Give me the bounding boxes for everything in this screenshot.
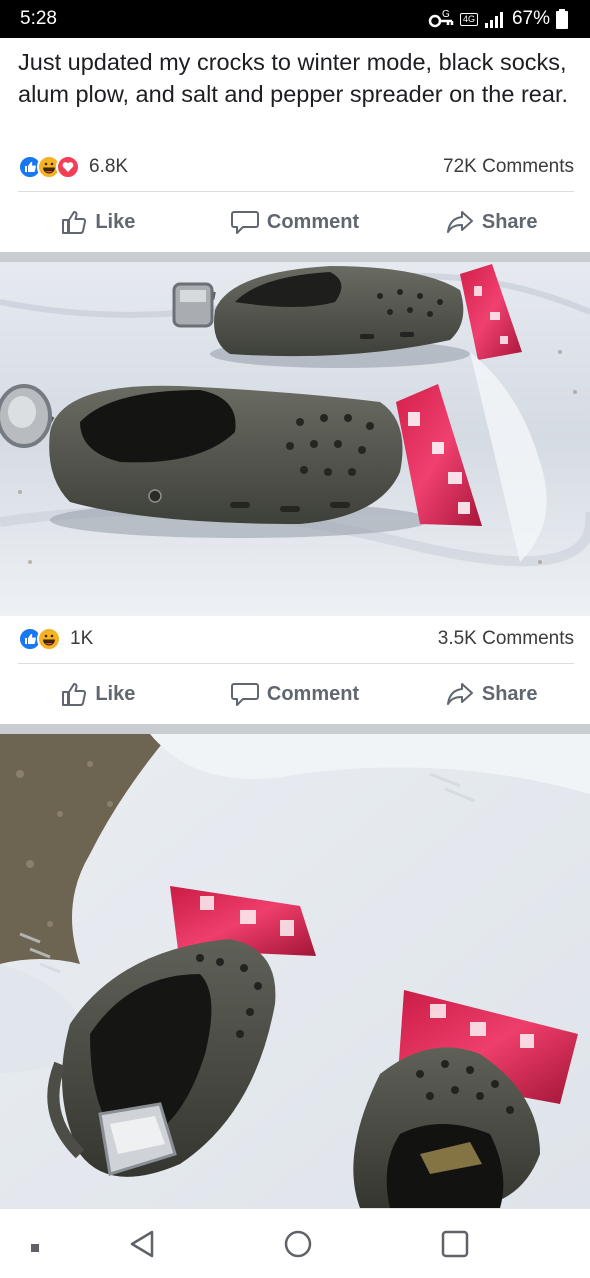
recents-dot-icon bbox=[30, 1240, 40, 1258]
divider bbox=[18, 663, 574, 664]
reaction-summary[interactable]: 6.8K bbox=[18, 155, 128, 179]
comment-button[interactable]: Comment bbox=[197, 681, 394, 707]
divider bbox=[18, 191, 574, 192]
haha-icon bbox=[37, 627, 61, 651]
feed-separator bbox=[0, 252, 590, 262]
back-icon[interactable] bbox=[128, 1229, 156, 1264]
battery-icon bbox=[556, 9, 568, 29]
svg-text:G: G bbox=[442, 9, 450, 20]
comments-count[interactable]: 72K Comments bbox=[443, 156, 574, 178]
status-time: 5:28 bbox=[20, 8, 57, 29]
android-nav-bar bbox=[0, 1208, 590, 1278]
comment-button[interactable]: Comment bbox=[197, 209, 394, 235]
battery-percent: 67% bbox=[511, 8, 550, 29]
share-arrow-icon bbox=[446, 681, 474, 707]
status-bar: 5:28 G 4G 67% bbox=[0, 0, 590, 38]
share-button[interactable]: Share bbox=[393, 209, 590, 235]
photo-crocs-plow[interactable] bbox=[0, 262, 590, 616]
photo1-reaction-count: 1K bbox=[70, 628, 94, 649]
share-arrow-icon bbox=[446, 209, 474, 235]
feed-separator bbox=[0, 724, 590, 734]
lte-icon: 4G bbox=[459, 12, 478, 26]
post-reactions-row[interactable]: 6.8K 72K Comments bbox=[18, 152, 574, 182]
share-label: Share bbox=[481, 682, 538, 705]
home-icon[interactable] bbox=[283, 1229, 313, 1264]
thumbs-up-icon bbox=[61, 681, 87, 707]
like-label: Like bbox=[95, 682, 136, 705]
comment-bubble-icon bbox=[230, 209, 259, 235]
post-text: Just updated my crocks to winter mode, b… bbox=[18, 49, 569, 107]
like-button[interactable]: Like bbox=[0, 209, 197, 235]
comment-bubble-icon bbox=[230, 681, 259, 707]
photo1-comments-count[interactable]: 3.5K Comments bbox=[438, 628, 574, 650]
signal-icon bbox=[484, 10, 506, 28]
photo1-reaction-summary[interactable]: 1K bbox=[18, 627, 93, 651]
status-icons: G 4G 67% bbox=[428, 7, 568, 31]
love-icon bbox=[56, 155, 80, 179]
vpn-key-icon: G bbox=[428, 9, 454, 29]
photo1-actions: Like Comment Share bbox=[0, 668, 590, 720]
like-label: Like bbox=[95, 210, 136, 233]
photo-crocs-rear[interactable] bbox=[0, 734, 590, 1208]
share-label: Share bbox=[481, 210, 538, 233]
reaction-count: 6.8K bbox=[89, 156, 129, 177]
post-actions: Like Comment Share bbox=[0, 196, 590, 248]
comment-label: Comment bbox=[266, 682, 360, 705]
overview-icon[interactable] bbox=[440, 1229, 470, 1264]
share-button[interactable]: Share bbox=[393, 681, 590, 707]
photo1-reactions-row[interactable]: 1K 3.5K Comments bbox=[18, 624, 574, 654]
like-button[interactable]: Like bbox=[0, 681, 197, 707]
comment-label: Comment bbox=[266, 210, 360, 233]
thumbs-up-icon bbox=[61, 209, 87, 235]
